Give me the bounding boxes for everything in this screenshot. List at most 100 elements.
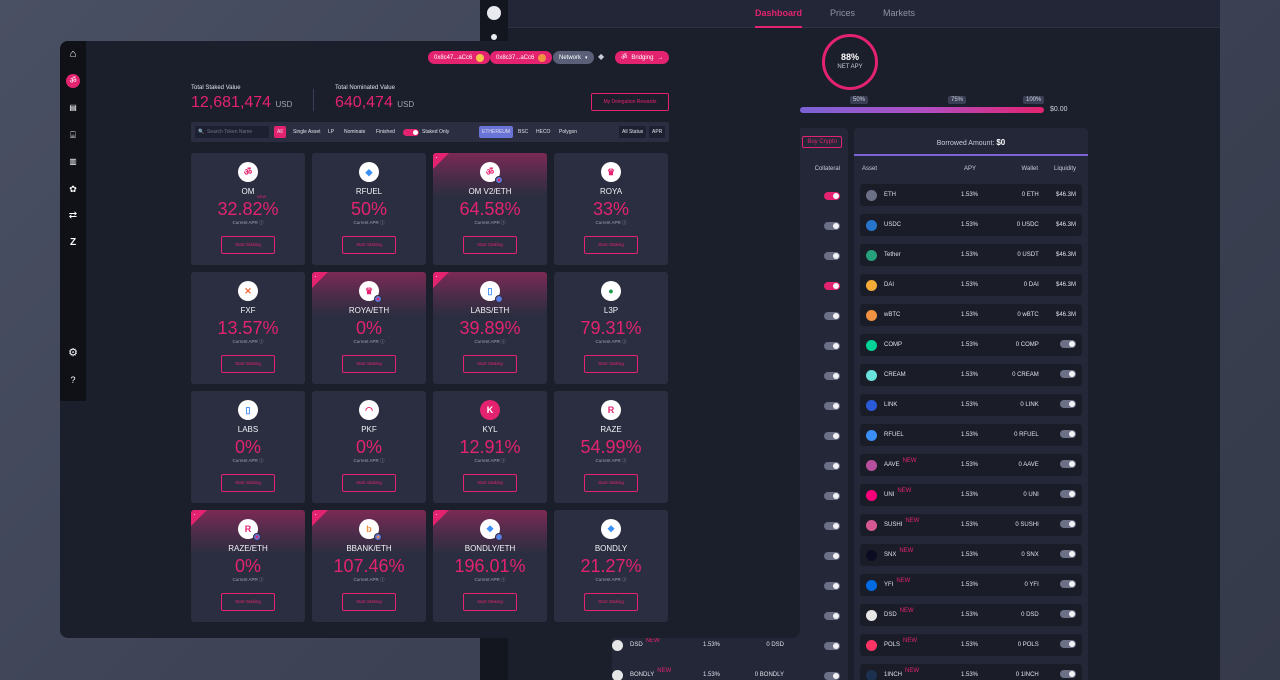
filter-all[interactable]: All (274, 126, 286, 138)
pool-card[interactable]: R RAZE 54.99% Current APR ⓘ Start Staking (554, 391, 668, 503)
collateral-toggle[interactable] (824, 492, 840, 500)
collateral-toggle[interactable] (824, 522, 840, 530)
bridging-button[interactable]: ॐ Bridging → (615, 51, 670, 64)
filter-single-asset[interactable]: Single Asset (290, 126, 324, 138)
borrow-toggle[interactable] (1060, 520, 1076, 528)
borrow-toggle[interactable] (1060, 610, 1076, 618)
wallet-address-pill-1[interactable]: 0x8c47...aCc6 (428, 51, 491, 64)
start-staking-button[interactable]: Start Staking (221, 355, 275, 373)
start-staking-button[interactable]: Start Staking (342, 236, 396, 254)
bank-icon[interactable]: ⌸ (66, 128, 80, 142)
tab-prices[interactable]: Prices (830, 8, 855, 28)
pool-card[interactable]: ◔ ▯ ◆ LABS/ETH 39.89% Current APR ⓘ Start Stak… (433, 272, 547, 384)
zen-icon[interactable]: ▥ (66, 155, 80, 169)
start-staking-button[interactable]: Start Staking (584, 593, 638, 611)
start-staking-button[interactable]: Start Staking (584, 236, 638, 254)
borrow-toggle[interactable] (1060, 400, 1076, 408)
borrow-row[interactable]: USDC 1.53% 0 USDC $46.3M (860, 214, 1082, 236)
borrow-row[interactable]: AAVE NEW 1.53% 0 AAVE (860, 454, 1082, 476)
start-staking-button[interactable]: Start Staking (221, 593, 275, 611)
collateral-toggle[interactable] (824, 432, 840, 440)
filter-lp[interactable]: LP (325, 126, 337, 138)
borrow-toggle[interactable] (1060, 370, 1076, 378)
borrow-toggle[interactable] (1060, 550, 1076, 558)
borrow-row[interactable]: YFI NEW 1.53% 0 YFI (860, 574, 1082, 596)
borrow-row[interactable]: SUSHI NEW 1.53% 0 SUSHI (860, 514, 1082, 536)
delegation-rewards-button[interactable]: My Delegation Rewards (591, 93, 669, 111)
borrow-row[interactable]: RFUEL 1.53% 0 RFUEL (860, 424, 1082, 446)
status-dropdown[interactable]: All Status (619, 126, 647, 138)
pool-card[interactable]: ✕ FXF 13.57% Current APR ⓘ Start Staking (191, 272, 305, 384)
lotus-icon[interactable]: ✿ (66, 182, 80, 196)
borrow-row[interactable]: LINK 1.53% 0 LINK (860, 394, 1082, 416)
borrow-row[interactable]: SNX NEW 1.53% 0 SNX (860, 544, 1082, 566)
pool-card[interactable]: ◔ ❖ ◆ BONDLY/ETH 196.01% Current APR ⓘ Start S… (433, 510, 547, 622)
pool-card[interactable]: ◔ R ◆ RAZE/ETH 0% Current APR ⓘ Start Staking (191, 510, 305, 622)
start-staking-button[interactable]: Start Staking (342, 355, 396, 373)
collateral-toggle[interactable] (824, 612, 840, 620)
start-staking-button[interactable]: Start Staking (463, 593, 517, 611)
borrow-row[interactable]: Tether 1.53% 0 USDT $46.3M (860, 244, 1082, 266)
help-icon[interactable]: ? (66, 373, 80, 387)
borrow-row[interactable]: ETH 1.53% 0 ETH $46.3M (860, 184, 1082, 206)
mantra-logo-icon[interactable]: ॐ (66, 74, 80, 88)
home-icon[interactable]: ⌂ (66, 47, 80, 61)
start-staking-button[interactable]: Start Staking (463, 474, 517, 492)
pool-card[interactable]: K KYL 12.91% Current APR ⓘ Start Staking (433, 391, 547, 503)
borrow-toggle[interactable] (1060, 640, 1076, 648)
borrow-toggle[interactable] (1060, 430, 1076, 438)
pool-card[interactable]: ◔ ♛ ◆ ROYA/ETH 0% Current APR ⓘ Start Staking (312, 272, 426, 384)
mantra-logo-icon[interactable] (487, 6, 501, 20)
borrow-toggle[interactable] (1060, 340, 1076, 348)
pool-card[interactable]: ● L3P 79.31% Current APR ⓘ Start Staking (554, 272, 668, 384)
supply-row[interactable]: BONDLYNEW 1.53% 0 BONDLY (612, 664, 848, 680)
tab-dashboard[interactable]: Dashboard (755, 8, 803, 28)
rail-dot-icon[interactable] (491, 34, 497, 40)
pool-card[interactable]: ♛ ROYA 33% Current APR ⓘ Start Staking (554, 153, 668, 265)
borrow-row[interactable]: DAI 1.53% 0 DAI $46.3M (860, 274, 1082, 296)
start-staking-button[interactable]: Start Staking (463, 355, 517, 373)
start-staking-button[interactable]: Start Staking (221, 236, 275, 254)
collateral-toggle[interactable] (824, 342, 840, 350)
tab-markets[interactable]: Markets (883, 8, 915, 28)
gear-icon[interactable]: ⚙ (66, 346, 80, 360)
buy-crypto-button[interactable]: Buy Crypto (802, 136, 842, 148)
network-bsc[interactable]: BSC (515, 126, 531, 138)
collateral-toggle[interactable] (824, 552, 840, 560)
pool-card[interactable]: ◆ RFUEL 50% Current APR ⓘ Start Staking (312, 153, 426, 265)
network-heco[interactable]: HECO (533, 126, 553, 138)
borrow-row[interactable]: CREAM 1.53% 0 CREAM (860, 364, 1082, 386)
borrow-toggle[interactable] (1060, 490, 1076, 498)
collateral-toggle[interactable] (824, 282, 840, 290)
collateral-toggle[interactable] (824, 372, 840, 380)
borrow-row[interactable]: wBTC 1.53% 0 wBTC $46.3M (860, 304, 1082, 326)
borrow-row[interactable]: POLS NEW 1.53% 0 POLS (860, 634, 1082, 656)
filter-nominate[interactable]: Nominate (341, 126, 368, 138)
swap-icon[interactable]: ⇄ (66, 209, 80, 223)
pool-card[interactable]: ॐ OM NEW 32.82% Current APR ⓘ Start Staking (191, 153, 305, 265)
pool-card[interactable]: ❖ BONDLY 21.27% Current APR ⓘ Start Staking (554, 510, 668, 622)
collateral-toggle[interactable] (824, 222, 840, 230)
start-staking-button[interactable]: Start Staking (342, 474, 396, 492)
staking-icon[interactable]: ▤ (66, 101, 80, 115)
borrow-toggle[interactable] (1060, 670, 1076, 678)
network-ethereum[interactable]: ETHEREUM (479, 126, 514, 138)
start-staking-button[interactable]: Start Staking (221, 474, 275, 492)
collateral-toggle[interactable] (824, 402, 840, 410)
borrow-toggle[interactable] (1060, 460, 1076, 468)
search-input[interactable]: Search Token Name (195, 126, 269, 138)
borrow-toggle[interactable] (1060, 580, 1076, 588)
pool-card[interactable]: ◔ b ◆ BBANK/ETH 107.46% Current APR ⓘ Start St… (312, 510, 426, 622)
collateral-toggle[interactable] (824, 312, 840, 320)
zap-icon[interactable]: Z (66, 236, 80, 250)
collateral-toggle[interactable] (824, 252, 840, 260)
staked-only-toggle[interactable] (403, 129, 419, 136)
wallet-address-pill-2[interactable]: 0x8c37...aCc6 (490, 51, 553, 64)
pool-card[interactable]: ◠ PKF 0% Current APR ⓘ Start Staking (312, 391, 426, 503)
pool-card[interactable]: ▯ LABS 0% Current APR ⓘ Start Staking (191, 391, 305, 503)
sort-dropdown[interactable]: APR (649, 126, 666, 138)
borrow-row[interactable]: 1INCH NEW 1.53% 0 1INCH (860, 664, 1082, 680)
borrow-row[interactable]: COMP 1.53% 0 COMP (860, 334, 1082, 356)
borrow-row[interactable]: UNI NEW 1.53% 0 UNI (860, 484, 1082, 506)
filter-finished[interactable]: Finished (373, 126, 398, 138)
